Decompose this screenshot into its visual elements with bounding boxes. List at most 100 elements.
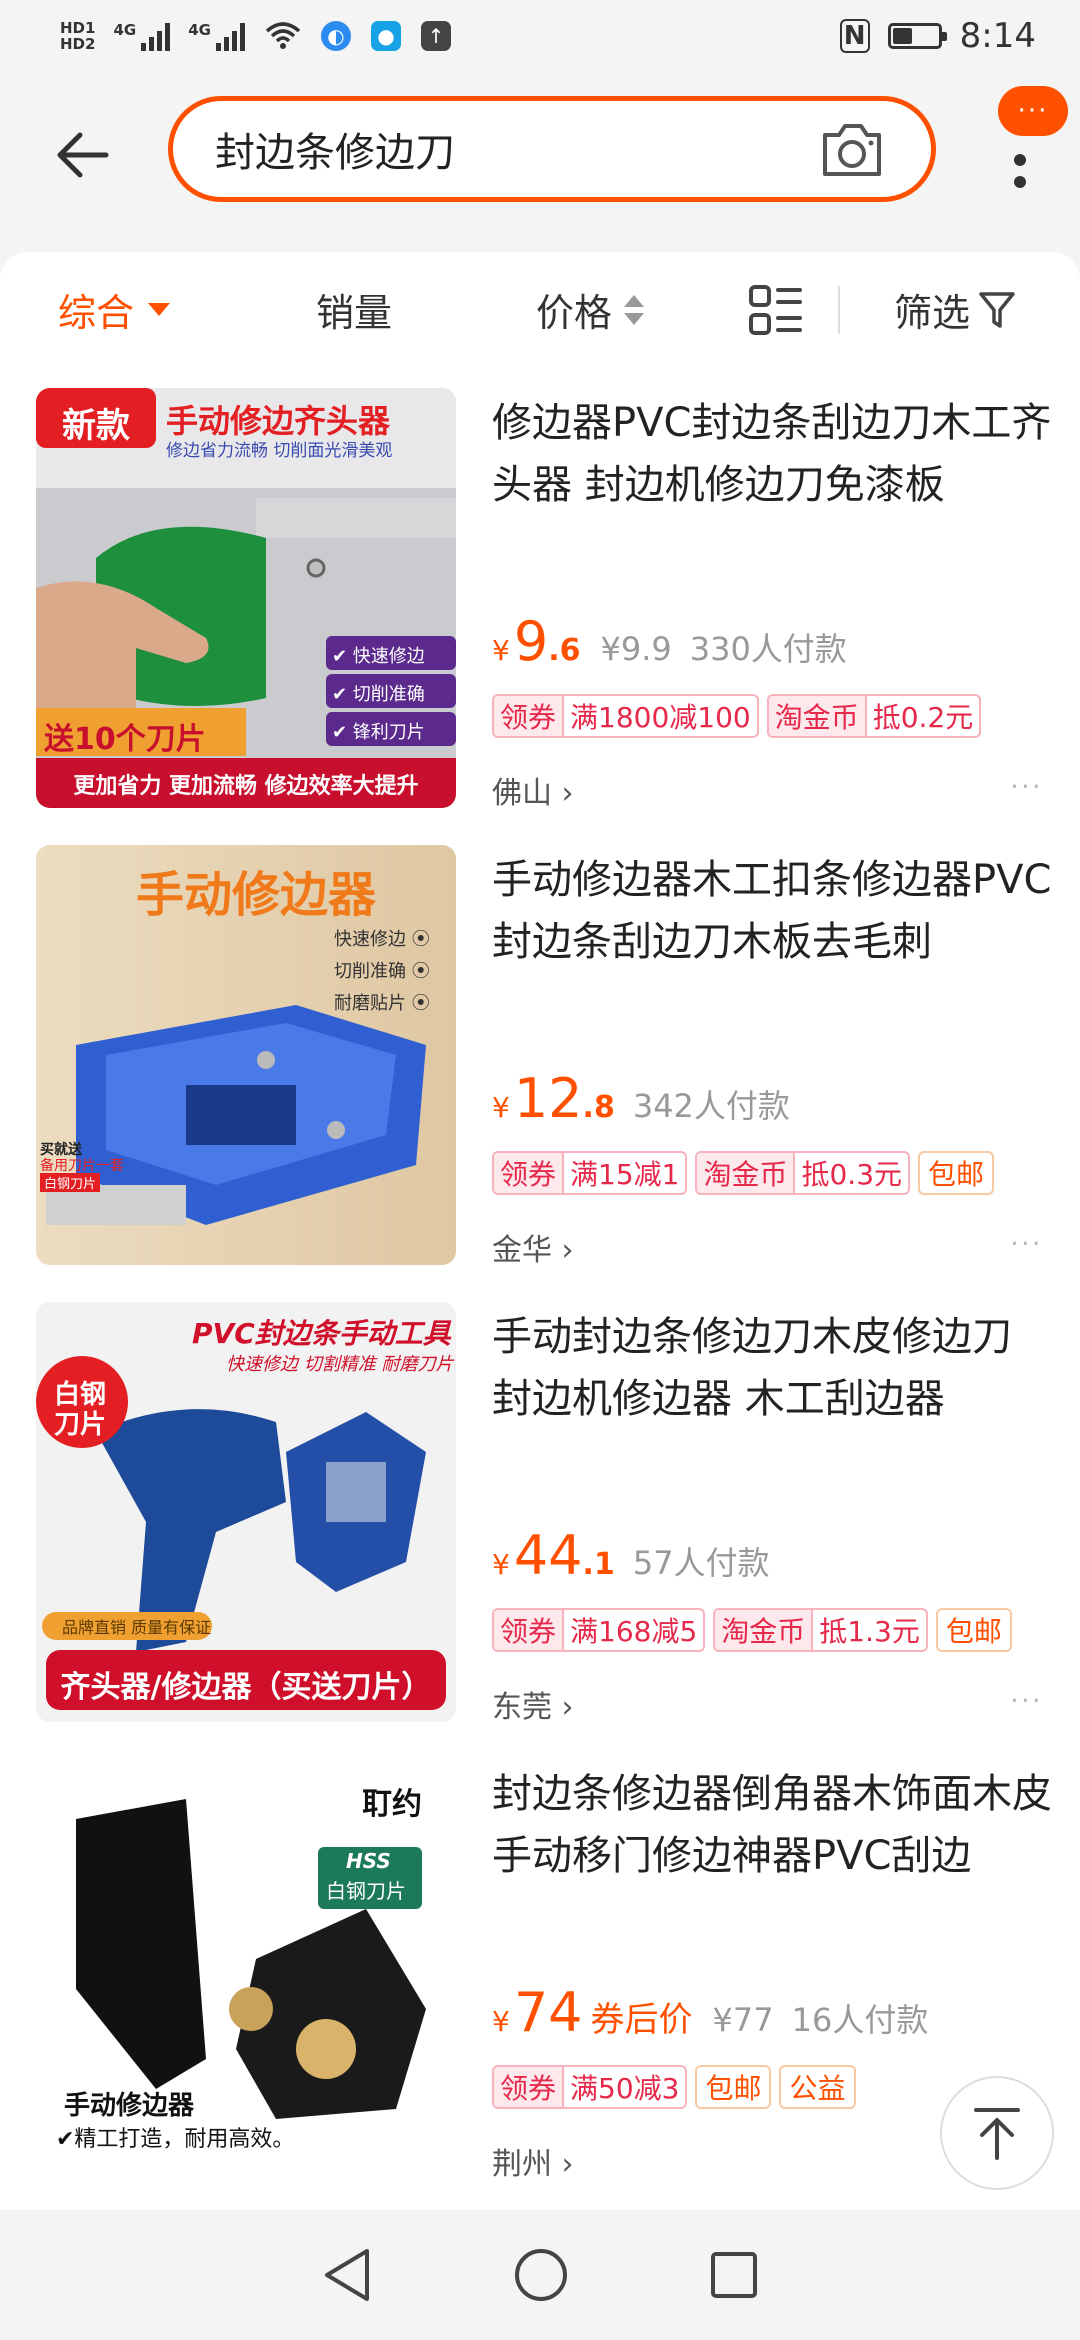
product-image[interactable]: 新款 手动修边齐头器 修边省力流畅 切削面光滑美观 ✔ 快速修边 ✔ 切削准确 … bbox=[36, 388, 456, 808]
back-to-top-button[interactable] bbox=[940, 2076, 1054, 2190]
free-shipping-tag[interactable]: 包邮 bbox=[935, 1608, 1012, 1652]
image-feature: ✔ 锋利刀片 bbox=[332, 722, 425, 743]
image-promo: 送10个刀片 bbox=[44, 722, 206, 757]
nav-recents-icon[interactable] bbox=[709, 2250, 759, 2300]
system-nav-bar bbox=[0, 2210, 1080, 2340]
filter-icon bbox=[979, 291, 1015, 328]
sort-comprehensive[interactable]: 综合 bbox=[58, 282, 171, 337]
coin-tag[interactable]: 淘金币 抵1.3元 bbox=[713, 1608, 928, 1652]
tag-value: 包邮 bbox=[945, 1615, 1002, 1648]
status-left: HD1 HD2 4G 4G ◐ ● ↑ bbox=[60, 20, 451, 52]
nav-back-icon[interactable] bbox=[321, 2247, 373, 2303]
tag-value: 抵0.3元 bbox=[801, 1158, 903, 1191]
layout-toggle-icon[interactable] bbox=[748, 284, 804, 336]
product-title[interactable]: 封边条修边器倒角器木饰面木皮手动移门修边神器PVC刮边 bbox=[492, 1763, 1052, 1887]
promo-tags: 领券 满50减3 包邮 公益 bbox=[492, 2065, 856, 2109]
image-subline: 快速修边 切割精准 耐磨刀片 bbox=[226, 1354, 454, 1375]
sales-count: 57人付款 bbox=[632, 1544, 770, 1582]
image-caption: 手动修边器 bbox=[64, 2091, 195, 2121]
price-decimal: .8 bbox=[582, 1090, 615, 1125]
image-headline: 手动修边器 bbox=[136, 867, 377, 923]
more-options-icon[interactable]: ··· bbox=[1010, 1227, 1043, 1260]
sort-bar: 综合 销量 价格 筛选 bbox=[0, 252, 1080, 378]
product-image[interactable]: 耵约 HSS 白钢刀片 手动修边器 ✔精工打造，耐用高效。 bbox=[36, 1759, 456, 2179]
charity-tag[interactable]: 公益 bbox=[779, 2065, 856, 2109]
sort-sales[interactable]: 销量 bbox=[316, 282, 392, 337]
shop-location[interactable]: 荆州 › bbox=[492, 2139, 574, 2183]
free-shipping-tag[interactable]: 包邮 bbox=[918, 1151, 995, 1195]
product-image[interactable]: PVC封边条手动工具 快速修边 切割精准 耐磨刀片 白钢 刀片 品牌直销 质量有… bbox=[36, 1302, 456, 1722]
nfc-icon: N bbox=[839, 19, 870, 53]
message-badge[interactable]: ··· bbox=[998, 86, 1068, 136]
image-badge: 新款 bbox=[62, 406, 130, 446]
image-caption: ✔精工打造，耐用高效。 bbox=[56, 2127, 295, 2152]
more-options-icon[interactable]: ··· bbox=[1010, 770, 1043, 803]
hd-bottom: HD2 bbox=[60, 35, 96, 53]
price-row: ¥ 9 .6 ¥9.9 330人付款 bbox=[492, 610, 847, 673]
free-shipping-tag[interactable]: 包邮 bbox=[695, 2065, 772, 2109]
sales-count: 16人付款 bbox=[791, 2001, 929, 2039]
shop-location[interactable]: 东莞 › bbox=[492, 1682, 574, 1726]
search-header: 封边条修边刀 ··· bbox=[0, 72, 1080, 252]
image-subline: 修边省力流畅 切削面光滑美观 bbox=[166, 441, 393, 461]
tag-label: 领券 bbox=[494, 696, 565, 736]
search-query: 封边条修边刀 bbox=[215, 130, 455, 176]
camera-search-button[interactable] bbox=[819, 121, 885, 179]
tag-value: 包邮 bbox=[705, 2072, 762, 2105]
image-gift: 白钢刀片 bbox=[40, 1173, 101, 1192]
promo-tags: 领券 满168减5 淘金币 抵1.3元 包邮 bbox=[492, 1608, 1012, 1652]
tag-label: 淘金币 bbox=[697, 1153, 796, 1193]
tag-value: 抵1.3元 bbox=[819, 1615, 920, 1648]
tag-value: 满1800减100 bbox=[570, 701, 751, 734]
tag-label: 领券 bbox=[494, 1153, 565, 1193]
image-feature: 快速修边 ⦿ bbox=[334, 929, 430, 950]
image-feature: ✔ 切削准确 bbox=[332, 684, 425, 705]
coupon-tag[interactable]: 领券 满50减3 bbox=[492, 2065, 688, 2109]
hd-top: HD1 bbox=[60, 19, 96, 37]
shop-location[interactable]: 金华 › bbox=[492, 1225, 574, 1269]
camera-icon bbox=[823, 124, 881, 176]
shop-location[interactable]: 佛山 › bbox=[492, 768, 574, 812]
product-card[interactable]: 手动修边器 快速修边 ⦿ 切削准确 ⦿ 耐磨贴片 ⦿ 买就送 备用刀片一套 白钢… bbox=[0, 845, 1080, 1302]
product-title[interactable]: 手动封边条修边刀木皮修边刀 封边机修边器 木工刮边器 bbox=[492, 1306, 1052, 1430]
coin-tag[interactable]: 淘金币 抵0.2元 bbox=[766, 694, 982, 738]
more-options-icon[interactable]: ··· bbox=[1010, 1684, 1043, 1717]
sort-price[interactable]: 价格 bbox=[536, 282, 645, 337]
search-input[interactable]: 封边条修边刀 bbox=[168, 96, 936, 202]
price-row: ¥ 12 .8 342人付款 bbox=[492, 1067, 790, 1130]
currency-symbol: ¥ bbox=[492, 634, 510, 667]
hd-indicator: HD1 HD2 bbox=[60, 20, 95, 52]
price-decimal: .1 bbox=[582, 1547, 615, 1582]
image-footer: 齐头器/修边器（买送刀片） bbox=[60, 1670, 432, 1705]
arrow-left-icon bbox=[57, 132, 109, 178]
product-card[interactable]: 新款 手动修边齐头器 修边省力流畅 切削面光滑美观 ✔ 快速修边 ✔ 切削准确 … bbox=[0, 388, 1080, 845]
status-right: N 8:14 bbox=[839, 16, 1036, 56]
product-title[interactable]: 修边器PVC封边条刮边刀木工齐头器 封边机修边刀免漆板 bbox=[492, 392, 1052, 516]
product-card[interactable]: PVC封边条手动工具 快速修边 切割精准 耐磨刀片 白钢 刀片 品牌直销 质量有… bbox=[0, 1302, 1080, 1759]
brand-logo: 耵约 bbox=[362, 1787, 422, 1822]
coupon-tag[interactable]: 领券 满15减1 bbox=[492, 1151, 688, 1195]
product-title[interactable]: 手动修边器木工扣条修边器PVC封边条刮边刀木板去毛刺 bbox=[492, 849, 1052, 973]
tag-value: 包邮 bbox=[928, 1158, 985, 1191]
lightbulb-app-icon: ● bbox=[370, 21, 401, 51]
coupon-tag[interactable]: 领券 满1800减100 bbox=[492, 694, 759, 738]
dot-icon bbox=[1014, 176, 1026, 188]
sales-count: 330人付款 bbox=[689, 630, 847, 668]
browser-app-icon: ◐ bbox=[320, 21, 351, 51]
product-image[interactable]: 手动修边器 快速修边 ⦿ 切削准确 ⦿ 耐磨贴片 ⦿ 买就送 备用刀片一套 白钢… bbox=[36, 845, 456, 1265]
coin-tag[interactable]: 淘金币 抵0.3元 bbox=[695, 1151, 911, 1195]
price-integer: 74 bbox=[513, 1981, 583, 2044]
back-button[interactable] bbox=[48, 120, 118, 190]
filter-button[interactable]: 筛选 bbox=[894, 282, 1016, 337]
image-quality: 品牌直销 质量有保证 bbox=[62, 1618, 212, 1637]
status-bar: HD1 HD2 4G 4G ◐ ● ↑ N 8:14 bbox=[0, 0, 1080, 72]
tag-value: 满168减5 bbox=[570, 1615, 698, 1648]
coupon-tag[interactable]: 领券 满168减5 bbox=[492, 1608, 706, 1652]
tag-value: 抵0.2元 bbox=[872, 701, 974, 734]
caret-down-icon bbox=[148, 303, 171, 316]
arrow-up-icon bbox=[974, 2108, 1020, 2160]
product-card[interactable]: 耵约 HSS 白钢刀片 手动修边器 ✔精工打造，耐用高效。 封边条修边器倒角器木… bbox=[0, 1759, 1080, 2210]
nav-home-icon[interactable] bbox=[513, 2247, 569, 2303]
more-menu-button[interactable]: ··· bbox=[990, 86, 1070, 206]
network-type-1: 4G bbox=[113, 21, 137, 39]
